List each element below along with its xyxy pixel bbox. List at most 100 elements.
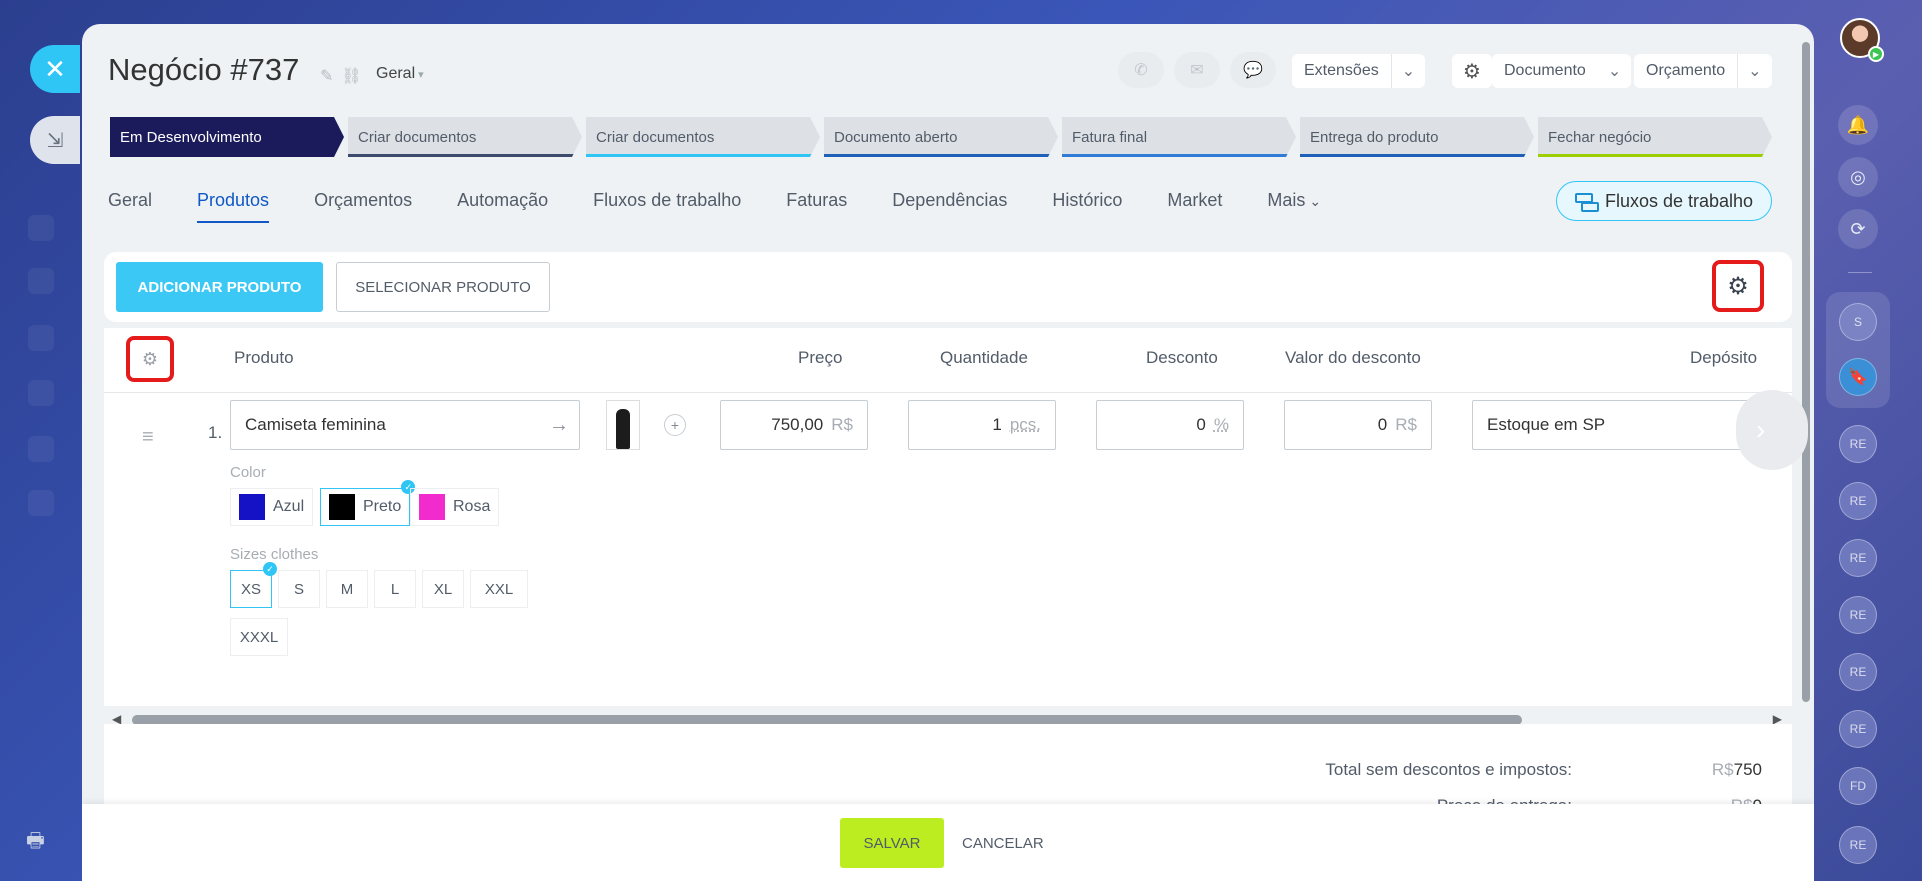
left-strip: ✕ ⇲ 🖶 [0,0,82,881]
price-field[interactable]: 750,00 R$ [720,400,868,450]
ghost-icon [28,268,54,294]
color-name: Preto [363,498,402,515]
rail-chip[interactable]: S [1839,303,1877,341]
tab-automacao[interactable]: Automação [457,190,548,230]
arrow-right-icon[interactable]: → [549,414,569,437]
stage-2[interactable]: Criar documentos [586,117,820,157]
color-name: Azul [273,498,305,515]
tab-fluxos[interactable]: Fluxos de trabalho [593,190,741,230]
size-option[interactable]: L [374,570,416,608]
cancel-button[interactable]: CANCELAR [962,818,1044,868]
ghost-icon [28,380,54,406]
sync-button[interactable]: ⟳ [1838,209,1878,249]
product-image[interactable] [606,400,640,450]
stage-1[interactable]: Criar documentos [348,117,582,157]
warehouse-value: Estoque em SP [1487,415,1606,434]
ghost-icon [28,325,54,351]
stage-4[interactable]: Fatura final [1062,117,1296,157]
extensions-label: Extensões [1304,62,1379,79]
size-text: XL [433,580,453,598]
vertical-scrollbar[interactable] [1802,42,1810,702]
size-option[interactable]: XS ✓ [230,562,277,608]
rail-chip[interactable]: RE [1839,596,1877,634]
size-option[interactable]: XXL [470,570,528,608]
product-settings-button[interactable]: ⚙ [1712,260,1764,312]
settings-button[interactable]: ⚙ [1452,54,1492,88]
chat-button[interactable]: 💬 [1230,52,1276,88]
rail-chip[interactable]: RE [1839,710,1877,748]
select-product-button[interactable]: SELECIONAR PRODUTO [336,262,550,312]
discount-field[interactable]: 0 % [1096,400,1244,450]
quantity-unit[interactable]: pcs. [1010,415,1041,435]
tab-market[interactable]: Market [1167,190,1222,230]
size-option[interactable]: XL [422,570,464,608]
rail-chip[interactable]: RE [1839,653,1877,691]
color-swatch [419,494,445,520]
category-dropdown[interactable]: Geral [376,65,424,83]
tab-geral[interactable]: Geral [108,190,152,230]
header-product: Produto [234,348,294,367]
quantity-value: 1 [992,415,1002,434]
stage-0[interactable]: Em Desenvolvimento [110,117,344,157]
product-table: ⚙ Produto Preço Quantidade Desconto Valo… [104,328,1808,726]
quote-dropdown[interactable]: Orçamento ⌄ [1634,54,1772,88]
drag-handle-icon[interactable]: ≡ [142,426,160,449]
call-button[interactable]: ✆ [1118,52,1164,88]
add-image-button[interactable]: + [664,414,686,436]
rail-chip[interactable]: RE [1839,826,1877,864]
rail-chip[interactable]: RE [1839,482,1877,520]
tab-orcamentos[interactable]: Orçamentos [314,190,412,230]
discount-value: 0 [1196,415,1206,434]
notifications-button[interactable]: 🔔 [1838,105,1878,145]
workflow-icon [1574,193,1599,212]
color-option-rosa[interactable]: Rosa [410,488,500,526]
edit-pencil-icon[interactable]: ✎ [320,68,333,85]
tab-dependencias[interactable]: Dependências [892,190,1007,230]
printer-icon[interactable]: 🖶 [26,826,56,852]
workflows-button[interactable]: Fluxos de trabalho [1556,181,1772,221]
rail-chip[interactable]: RE [1839,425,1877,463]
stage-3[interactable]: Documento aberto [824,117,1058,157]
tab-produtos[interactable]: Produtos [197,190,270,230]
page-title: Negócio #737 [108,52,300,87]
stage-label: Criar documentos [358,128,477,146]
price-unit: R$ [831,415,853,434]
size-option[interactable]: M [326,570,368,608]
tab-more[interactable]: Mais [1267,190,1321,230]
document-dropdown[interactable]: Documento ⌄ [1492,54,1632,88]
color-swatch [329,494,355,520]
quantity-field[interactable]: 1 pcs. [908,400,1056,450]
color-option-azul[interactable]: Azul [230,488,314,526]
save-button[interactable]: SALVAR [840,818,944,868]
close-slider-button[interactable]: ✕ [30,45,80,93]
close-icon: ✕ [44,53,66,84]
minimize-slider-button[interactable]: ⇲ [30,116,80,164]
product-toolbar: ADICIONAR PRODUTO SELECIONAR PRODUTO ⚙ [104,252,1792,322]
rail-chip[interactable]: RE [1839,539,1877,577]
color-swatch [239,494,265,520]
stage-6[interactable]: Fechar negócio [1538,117,1772,157]
bookmark-icon[interactable]: 🔖 [1839,358,1877,396]
warehouse-field[interactable]: Estoque em SP [1472,400,1772,450]
header-divider [104,392,1792,393]
rail-chip[interactable]: FD [1839,767,1877,805]
size-option[interactable]: S [278,570,320,608]
stage-5[interactable]: Entrega do produto [1300,117,1534,157]
add-product-button[interactable]: ADICIONAR PRODUTO [116,262,323,312]
target-button[interactable]: ◎ [1838,157,1878,197]
column-settings-button[interactable]: ⚙ [126,336,174,382]
chevron-down-icon: ⌄ [1390,54,1425,88]
discount-unit[interactable]: % [1214,415,1229,435]
email-button[interactable]: ✉ [1174,52,1220,88]
chevron-right-icon: › [1756,414,1766,445]
extensions-dropdown[interactable]: Extensões ⌄ [1292,54,1426,88]
stage-label: Criar documentos [596,128,715,146]
link-icon[interactable]: ⛓ [341,68,361,85]
discount-value-field[interactable]: 0 R$ [1284,400,1432,450]
product-name-field[interactable]: Camiseta feminina → [230,400,580,450]
tab-faturas[interactable]: Faturas [786,190,847,230]
scroll-right-button[interactable]: › [1736,390,1808,470]
color-option-preto[interactable]: Preto ✓ [320,480,416,526]
size-option[interactable]: XXXL [230,618,288,656]
tab-historico[interactable]: Histórico [1052,190,1122,230]
